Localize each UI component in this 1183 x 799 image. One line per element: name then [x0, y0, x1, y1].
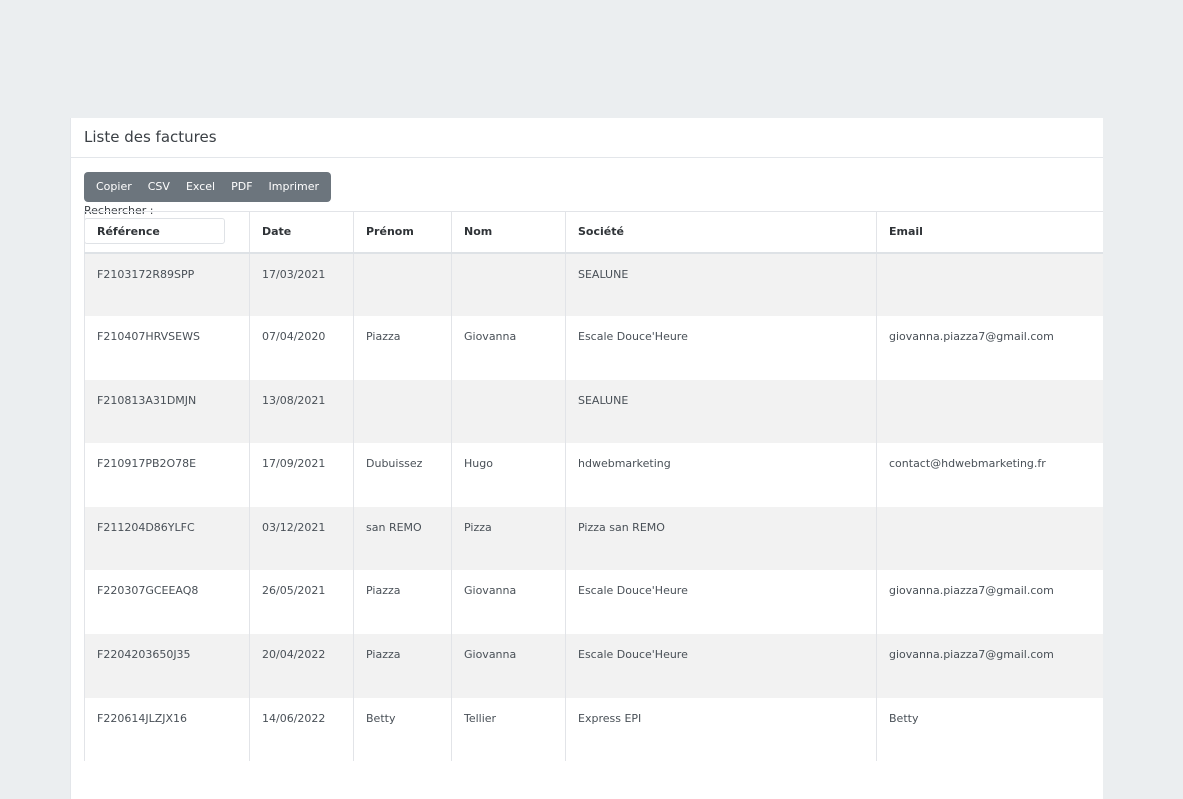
cell-email: contact@hdwebmarketing.fr	[876, 443, 1103, 507]
cell-company: Escale Douce'Heure	[565, 634, 877, 698]
cell-date: 17/03/2021	[249, 252, 354, 317]
cell-email: giovanna.piazza7@gmail.com	[876, 316, 1103, 380]
cell-reference: F210813A31DMJN	[84, 379, 250, 444]
cell-company: Express EPI	[565, 697, 877, 762]
cell-firstname: san REMO	[353, 506, 452, 571]
export-button-group: Copier CSV Excel PDF Imprimer	[84, 172, 332, 202]
cell-lastname: Pizza	[451, 506, 566, 571]
cell-lastname: Giovanna	[451, 634, 566, 698]
cell-reference: F220307GCEEAQ8	[84, 570, 250, 635]
print-button[interactable]: Imprimer	[261, 172, 328, 202]
table-row[interactable]: F210917PB2O78E 17/09/2021 Dubuissez Hugo…	[84, 443, 1103, 507]
invoice-list-card: Liste des factures Copier CSV Excel PDF …	[70, 118, 1103, 799]
table-row[interactable]: F2103172R89SPP 17/03/2021 SEALUNE	[84, 252, 1103, 317]
cell-email: Betty	[876, 697, 1103, 762]
excel-button[interactable]: Excel	[178, 172, 223, 202]
cell-firstname	[353, 379, 452, 444]
table-row[interactable]: F220307GCEEAQ8 26/05/2021 Piazza Giovann…	[84, 570, 1103, 635]
cell-reference: F211204D86YLFC	[84, 506, 250, 571]
csv-button[interactable]: CSV	[140, 172, 178, 202]
cell-email	[876, 252, 1103, 317]
cell-email: giovanna.piazza7@gmail.com	[876, 634, 1103, 698]
pdf-button[interactable]: PDF	[223, 172, 260, 202]
cell-firstname	[353, 252, 452, 317]
cell-email	[876, 379, 1103, 444]
cell-firstname: Piazza	[353, 570, 452, 635]
column-header-lastname[interactable]: Nom	[451, 211, 566, 254]
column-header-firstname[interactable]: Prénom	[353, 211, 452, 254]
cell-date: 20/04/2022	[249, 634, 354, 698]
card-title: Liste des factures	[71, 118, 1103, 158]
cell-firstname: Dubuissez	[353, 443, 452, 507]
cell-email: giovanna.piazza7@gmail.com	[876, 570, 1103, 635]
column-header-reference[interactable]: Référence	[84, 211, 250, 254]
table-row[interactable]: F210813A31DMJN 13/08/2021 SEALUNE	[84, 379, 1103, 444]
table-row[interactable]: F211204D86YLFC 03/12/2021 san REMO Pizza…	[84, 506, 1103, 571]
cell-date: 17/09/2021	[249, 443, 354, 507]
cell-date: 07/04/2020	[249, 316, 354, 380]
cell-company: Escale Douce'Heure	[565, 570, 877, 635]
cell-date: 13/08/2021	[249, 379, 354, 444]
cell-lastname: Tellier	[451, 697, 566, 762]
cell-lastname	[451, 252, 566, 317]
cell-company: SEALUNE	[565, 379, 877, 444]
cell-company: Escale Douce'Heure	[565, 316, 877, 380]
column-header-email[interactable]: Email	[876, 211, 1103, 254]
cell-company: hdwebmarketing	[565, 443, 877, 507]
table-row[interactable]: F210407HRVSEWS 07/04/2020 Piazza Giovann…	[84, 316, 1103, 380]
cell-company: SEALUNE	[565, 252, 877, 317]
cell-date: 03/12/2021	[249, 506, 354, 571]
cell-reference: F210407HRVSEWS	[84, 316, 250, 380]
cell-email	[876, 506, 1103, 571]
cell-firstname: Piazza	[353, 316, 452, 380]
cell-reference: F2204203650J35	[84, 634, 250, 698]
cell-reference: F220614JLZJX16	[84, 697, 250, 762]
cell-date: 14/06/2022	[249, 697, 354, 762]
column-header-company[interactable]: Société	[565, 211, 877, 254]
cell-lastname: Giovanna	[451, 316, 566, 380]
copy-button[interactable]: Copier	[88, 172, 140, 202]
cell-lastname	[451, 379, 566, 444]
cell-firstname: Piazza	[353, 634, 452, 698]
invoice-table: Référence Date Prénom Nom Société Email …	[84, 211, 1103, 762]
cell-company: Pizza san REMO	[565, 506, 877, 571]
table-row[interactable]: F220614JLZJX16 14/06/2022 Betty Tellier …	[84, 697, 1103, 762]
cell-lastname: Giovanna	[451, 570, 566, 635]
table-header-row: Référence Date Prénom Nom Société Email	[84, 211, 1103, 254]
cell-reference: F2103172R89SPP	[84, 252, 250, 317]
table-row[interactable]: F2204203650J35 20/04/2022 Piazza Giovann…	[84, 634, 1103, 698]
cell-firstname: Betty	[353, 697, 452, 762]
cell-date: 26/05/2021	[249, 570, 354, 635]
column-header-date[interactable]: Date	[249, 211, 354, 254]
cell-reference: F210917PB2O78E	[84, 443, 250, 507]
cell-lastname: Hugo	[451, 443, 566, 507]
